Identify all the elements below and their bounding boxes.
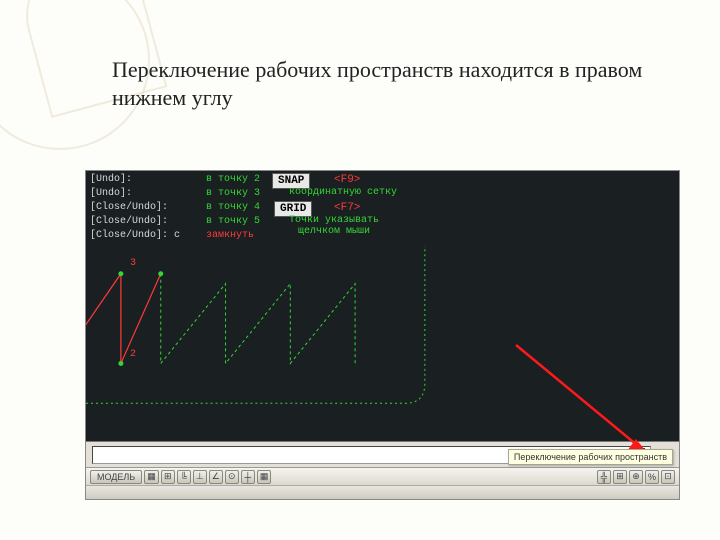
status-icon[interactable]: ⊡ [661, 470, 675, 484]
status-icon[interactable]: ╚ [177, 470, 191, 484]
prompt: в точку 4 [206, 201, 268, 215]
prompt: в точку 2 [206, 173, 268, 187]
cmd-line: [Close/Undo]: c [90, 229, 197, 243]
status-icon[interactable]: ∠ [209, 470, 223, 484]
cmd-line: [Undo]: [90, 187, 197, 201]
status-icon[interactable]: ╬ [597, 470, 611, 484]
command-history: [Undo]: [Undo]: [Close/Undo]: [Close/Und… [86, 171, 201, 245]
f7-key-hint: <F7> [334, 202, 360, 214]
workspace-tooltip: Переключение рабочих пространств [508, 449, 673, 465]
point-label-2: 2 [130, 349, 136, 360]
model-tab[interactable]: МОДЕЛЬ [90, 470, 142, 484]
status-icon[interactable]: ⊞ [161, 470, 175, 484]
status-icon[interactable]: ⊞ [613, 470, 627, 484]
cmd-line: [Undo]: [90, 173, 197, 187]
f9-key-hint: <F9> [334, 174, 360, 186]
prompt: в точку 5 [206, 215, 268, 229]
status-icon[interactable]: ▦ [144, 470, 159, 484]
close-prompt: замкнуть [206, 229, 268, 243]
workspace-switch-button[interactable]: ⊕ [629, 470, 643, 484]
coord-grid-hint: координатную сетку [278, 187, 408, 198]
status-icon[interactable]: ▦ [257, 470, 272, 484]
status-bar: МОДЕЛЬ ▦ ⊞ ╚ ⊥ ∠ ⊙ ┼ ▦ ╬ ⊞ ⊕ % ⊡ [86, 467, 679, 485]
cmd-line: [Close/Undo]: [90, 201, 197, 215]
prompt-column: в точку 2 в точку 3 в точку 4 в точку 5 … [206, 171, 268, 245]
slide-title: Переключение рабочих пространств находит… [112, 56, 700, 111]
prompt: в точку 3 [206, 187, 268, 201]
point-label-3: 3 [130, 258, 136, 269]
mouse-click-hint: Точки указывать щелчком мыши [269, 215, 399, 237]
cmd-line: [Close/Undo]: [90, 215, 197, 229]
status-icon[interactable]: % [645, 470, 659, 484]
bottom-bar [86, 485, 679, 499]
autocad-screenshot: [Undo]: [Undo]: [Close/Undo]: [Close/Und… [85, 170, 680, 500]
status-right-cluster: ╬ ⊞ ⊕ % ⊡ [597, 470, 675, 484]
status-icon[interactable]: ⊙ [225, 470, 239, 484]
point-label-5: 5 [85, 258, 86, 269]
status-icon[interactable]: ⊥ [193, 470, 207, 484]
status-icon[interactable]: ┼ [241, 470, 255, 484]
